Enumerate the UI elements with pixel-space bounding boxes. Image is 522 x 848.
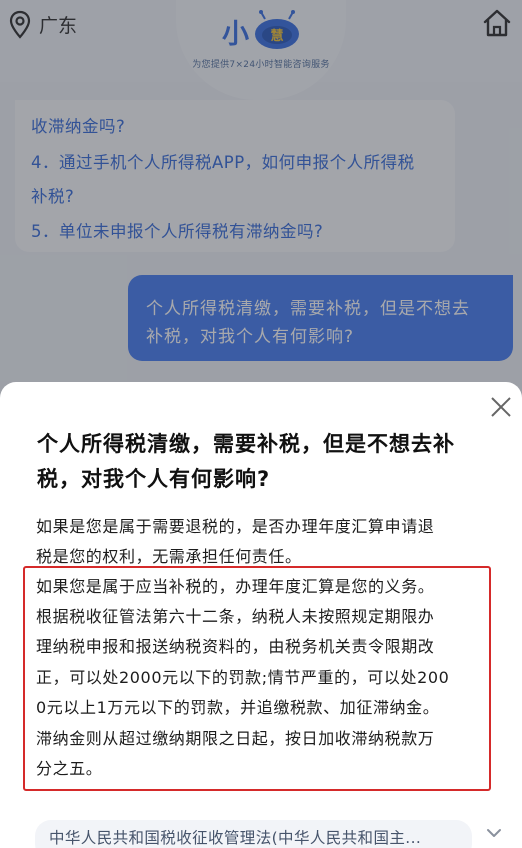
answer-highlight-line: 根据税收征管法第六十二条，纳税人未按照规定期限办 xyxy=(36,607,435,626)
answer-title: 个人所得税清缴，需要补税，但是不想去补 xyxy=(37,432,455,456)
answer-intro-line: 如果是您是属于需要退税的，是否办理年度汇算申请退 xyxy=(36,517,435,536)
answer-intro-line: 税是您的权利，无需承担任何责任。 xyxy=(36,547,302,566)
reference-label[interactable]: 中华人民共和国税收征收管理法(中华人民共和国主... xyxy=(49,826,421,848)
close-icon[interactable] xyxy=(488,394,514,420)
answer-highlight-line: 如果您是属于应当补税的，办理年度汇算是您的义务。 xyxy=(36,577,435,596)
chevron-down-icon[interactable] xyxy=(484,825,504,841)
answer-highlight-line: 正，可以处2000元以下的罚款;情节严重的，可以处200 xyxy=(36,668,450,687)
answer-highlight-line: 理纳税申报和报送纳税资料的，由税务机关责令限期改 xyxy=(36,637,435,656)
answer-highlight-line: 滞纳金则从超过缴纳期限之日起，按日加收滞纳税款万 xyxy=(36,729,435,748)
answer-highlight-line: 0元以上1万元以下的罚款，并追缴税款、加征滞纳金。 xyxy=(36,698,440,717)
answer-highlight-line: 分之五。 xyxy=(36,759,103,778)
answer-title: 税，对我个人有何影响? xyxy=(37,467,271,491)
